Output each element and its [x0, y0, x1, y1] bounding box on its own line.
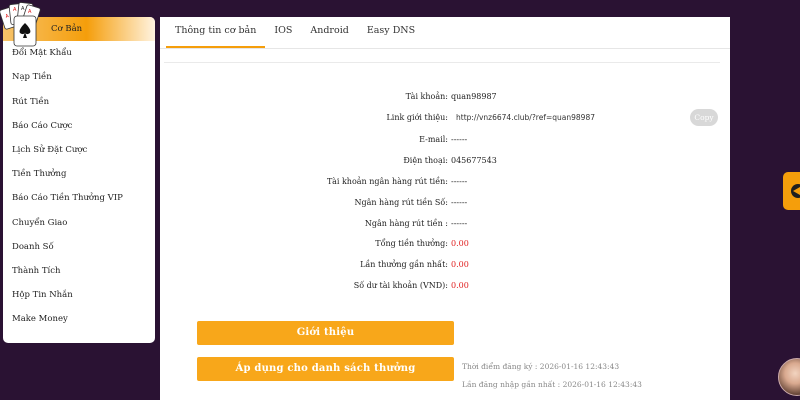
account-value: quan98987 [451, 92, 497, 101]
svg-text:A: A [13, 7, 17, 13]
bank-row: Ngân hàng rút tiền : ------ [160, 219, 730, 233]
sidebar-item-inbox[interactable]: Hộp Tin Nhắn [3, 283, 155, 307]
phone-value: 045677543 [451, 156, 497, 165]
avatar[interactable] [778, 358, 800, 396]
balance-row: Số dư tài khoản (VND): 0.00 [160, 281, 730, 295]
divider [164, 49, 720, 63]
tab-basic-info[interactable]: Thông tin cơ bản [166, 16, 266, 48]
email-row: E-mail: ------ [160, 135, 730, 149]
phone-label: Điện thoại: [403, 156, 448, 165]
bank-account-value: ------ [451, 177, 468, 186]
total-bonus-label: Tổng tiền thưởng: [375, 239, 448, 248]
tab-android[interactable]: Android [301, 16, 357, 48]
sidebar-item-bet-history[interactable]: Lịch Sử Đặt Cược [3, 138, 155, 162]
intro-button[interactable]: Giới thiệu [197, 321, 454, 345]
account-label: Tài khoản: [405, 92, 448, 101]
sidebar-item-bonus[interactable]: Tiền Thưởng [3, 162, 155, 186]
register-time: Thời điểm đăng ký : 2026-01-16 12:43:43 [462, 362, 620, 371]
bank-account-label: Tài khoản ngân hàng rút tiền: [326, 177, 448, 186]
side-collapse-tab[interactable] [783, 172, 800, 210]
total-bonus-value: 0.00 [451, 239, 469, 248]
tab-easy-dns[interactable]: Easy DNS [358, 16, 424, 48]
bank-number-row: Ngân hàng rút tiền Số: ------ [160, 198, 730, 212]
bank-number-value: ------ [451, 198, 468, 207]
sidebar-item-deposit[interactable]: Nạp Tiền [3, 65, 155, 89]
tab-ios[interactable]: IOS [265, 16, 301, 48]
ref-link-value[interactable]: http://vnz6674.club/?ref=quan98987 [456, 113, 595, 122]
playing-cards-icon: A A A A [0, 2, 41, 47]
bank-value: ------ [451, 219, 468, 228]
account-row: Tài khoản: quan98987 [160, 92, 730, 106]
sidebar-item-make-money[interactable]: Make Money [3, 307, 155, 331]
sidebar-item-sales[interactable]: Doanh Số [3, 235, 155, 259]
bank-account-row: Tài khoản ngân hàng rút tiền: ------ [160, 177, 730, 191]
email-value: ------ [451, 135, 468, 144]
sidebar-item-vip-bonus-report[interactable]: Báo Cáo Tiền Thưởng VIP [3, 186, 155, 210]
last-bonus-label: Lần thưởng gần nhất: [360, 260, 448, 269]
tab-bar: Thông tin cơ bản IOS Android Easy DNS [160, 17, 730, 49]
apply-bonus-button[interactable]: Áp dụng cho danh sách thưởng [197, 357, 454, 381]
phone-row: Điện thoại: 045677543 [160, 156, 730, 170]
sidebar-item-withdraw[interactable]: Rút Tiền [3, 90, 155, 114]
ref-link-label: Link giới thiệu: [386, 113, 448, 122]
ref-link-row: Link giới thiệu: http://vnz6674.club/?re… [160, 109, 730, 127]
balance-value: 0.00 [451, 281, 469, 290]
main-panel: Thông tin cơ bản IOS Android Easy DNS Tà… [160, 17, 730, 400]
last-bonus-value: 0.00 [451, 260, 469, 269]
total-bonus-row: Tổng tiền thưởng: 0.00 [160, 239, 730, 253]
balance-label: Số dư tài khoản (VND): [353, 281, 448, 290]
last-login-time: Lần đăng nhập gần nhất : 2026-01-16 12:4… [462, 380, 642, 389]
sidebar-item-transfer[interactable]: Chuyển Giao [3, 211, 155, 235]
last-bonus-row: Lần thưởng gần nhất: 0.00 [160, 260, 730, 274]
svg-text:A: A [28, 9, 32, 15]
sidebar: Cơ Bản Đổi Mật Khẩu Nạp Tiền Rút Tiền Bá… [3, 17, 155, 343]
email-label: E-mail: [419, 135, 448, 144]
svg-text:A: A [21, 6, 25, 12]
copy-button[interactable]: Copy [690, 109, 718, 126]
sidebar-item-achievements[interactable]: Thành Tích [3, 259, 155, 283]
sidebar-item-bet-report[interactable]: Báo Cáo Cược [3, 114, 155, 138]
bank-label: Ngân hàng rút tiền : [364, 219, 448, 228]
arrow-left-icon [791, 184, 800, 198]
bank-number-label: Ngân hàng rút tiền Số: [354, 198, 448, 207]
